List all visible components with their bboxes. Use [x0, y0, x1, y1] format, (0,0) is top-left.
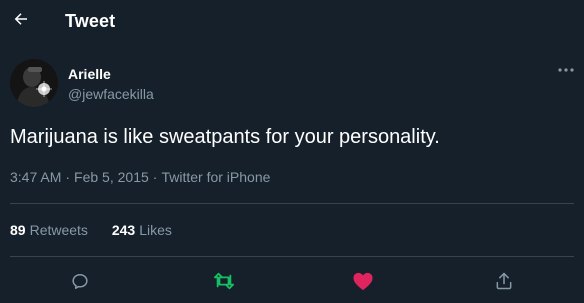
- arrow-left-icon: [14, 13, 27, 25]
- page-title: Tweet: [65, 11, 116, 31]
- retweet-icon: [214, 272, 234, 290]
- likes-stat[interactable]: 243 Likes: [112, 222, 172, 238]
- tweet-time[interactable]: 3:47 AM: [10, 169, 61, 185]
- reply-button[interactable]: [68, 269, 92, 293]
- heart-icon: [353, 272, 373, 291]
- back-button[interactable]: [10, 8, 32, 30]
- more-options-button[interactable]: [556, 64, 576, 76]
- tweet-meta: 3:47 AM · Feb 5, 2015 · Twitter for iPhone: [10, 169, 270, 185]
- tweet-date[interactable]: Feb 5, 2015: [74, 169, 149, 185]
- tweet-stats: 89 Retweets 243 Likes: [10, 222, 192, 238]
- share-button[interactable]: [492, 269, 516, 293]
- divider: [10, 256, 574, 257]
- meta-separator: ·: [65, 169, 71, 185]
- retweets-label: Retweets: [29, 222, 88, 238]
- author-name[interactable]: Arielle: [68, 66, 111, 82]
- divider: [10, 203, 574, 204]
- more-horizontal-icon: [558, 68, 574, 72]
- author-handle[interactable]: @jewfacekilla: [68, 86, 154, 102]
- likes-label: Likes: [139, 222, 172, 238]
- reply-icon: [72, 274, 88, 289]
- retweet-button[interactable]: [212, 269, 236, 293]
- top-bar: Tweet: [0, 0, 584, 44]
- share-icon: [496, 272, 512, 290]
- retweets-stat[interactable]: 89 Retweets: [10, 222, 88, 238]
- retweets-count: 89: [10, 222, 26, 238]
- avatar-image: [10, 59, 58, 107]
- tweet-source[interactable]: Twitter for iPhone: [161, 169, 270, 185]
- likes-count: 243: [111, 222, 136, 238]
- meta-separator: ·: [152, 169, 158, 185]
- tweet-text: Marijuana is like sweatpants for your pe…: [10, 126, 440, 148]
- like-button[interactable]: [351, 269, 375, 293]
- avatar[interactable]: [10, 59, 58, 107]
